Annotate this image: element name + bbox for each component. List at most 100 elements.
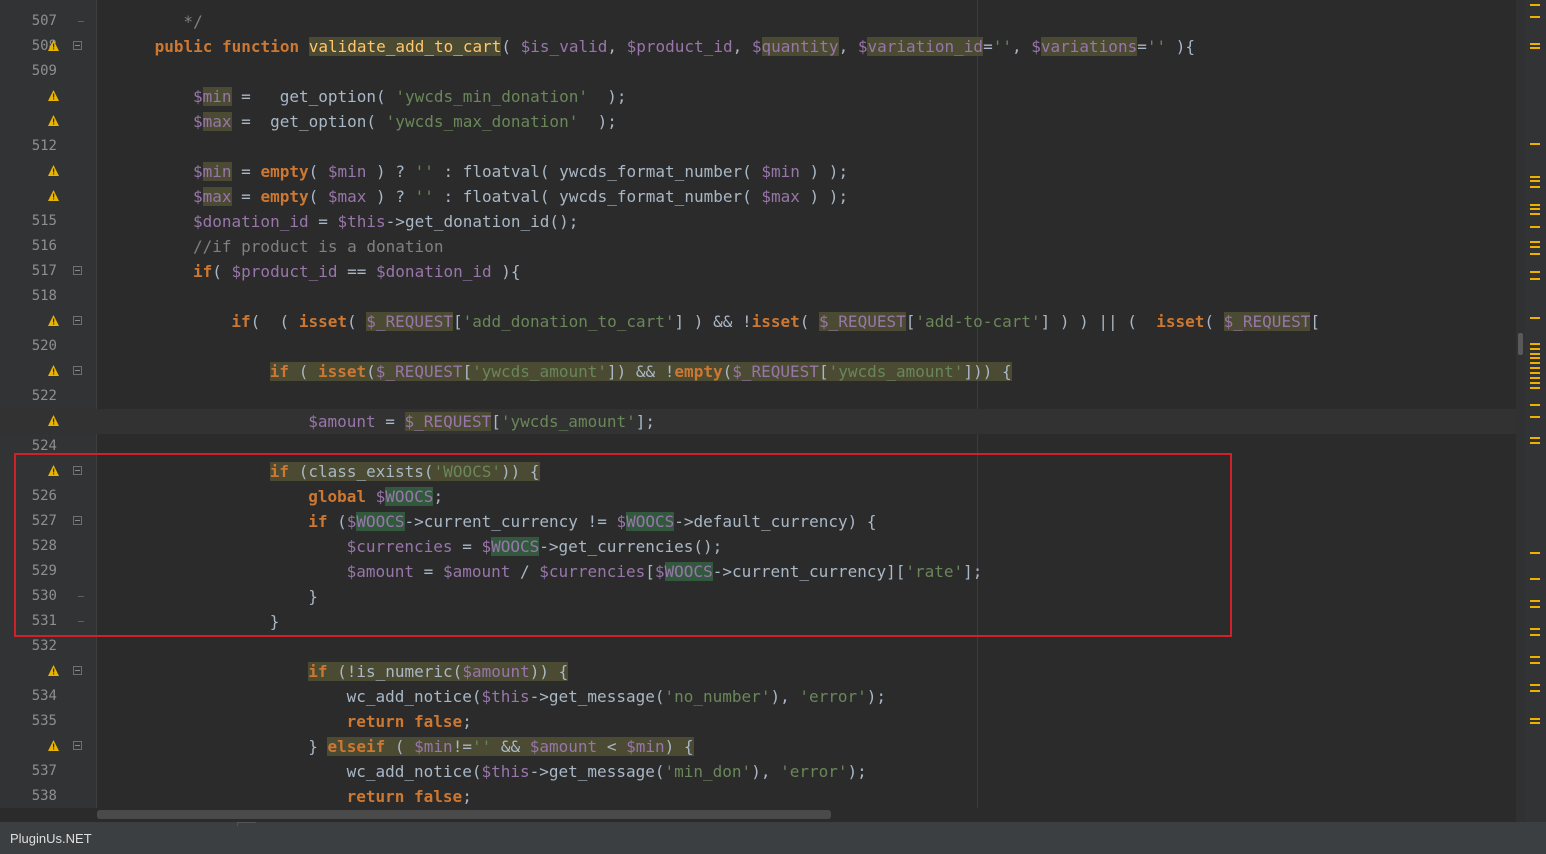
- warning-marker[interactable]: [1530, 600, 1540, 602]
- code-text[interactable]: return false;: [347, 709, 472, 734]
- code-editor[interactable]: 507 */508 public function validate_add_to…: [0, 0, 1516, 808]
- warning-marker[interactable]: [1530, 226, 1540, 228]
- code-text[interactable]: if( ( isset( $_REQUEST['add_donation_to_…: [231, 309, 1320, 334]
- code-text[interactable]: return false;: [347, 784, 472, 808]
- warning-marker[interactable]: [1530, 348, 1540, 350]
- code-line[interactable]: 508 public function validate_add_to_cart(…: [0, 34, 1516, 59]
- code-line[interactable]: 535 return false;: [0, 709, 1516, 734]
- vertical-scrollbar[interactable]: [1516, 0, 1525, 822]
- code-line[interactable]: 520: [0, 334, 1516, 359]
- code-text[interactable]: $max = empty( $max ) ? '' : floatval( yw…: [193, 184, 848, 209]
- warning-icon[interactable]: [48, 90, 59, 101]
- vertical-scroll-thumb[interactable]: [1518, 333, 1523, 355]
- warning-marker[interactable]: [1530, 606, 1540, 608]
- warning-icon[interactable]: [48, 40, 59, 51]
- warning-marker[interactable]: [1530, 253, 1540, 255]
- warning-marker[interactable]: [1530, 278, 1540, 280]
- code-line[interactable]: $amount = $_REQUEST['ywcds_amount'];: [0, 409, 1516, 434]
- code-line[interactable]: $max = empty( $max ) ? '' : floatval( yw…: [0, 184, 1516, 209]
- fold-collapse-icon[interactable]: [73, 366, 82, 375]
- code-line[interactable]: if (!is_numeric($amount)) {: [0, 659, 1516, 684]
- warning-icon[interactable]: [48, 365, 59, 376]
- warning-marker[interactable]: [1530, 416, 1540, 418]
- warning-marker[interactable]: [1530, 634, 1540, 636]
- warning-marker[interactable]: [1530, 372, 1540, 374]
- warning-marker[interactable]: [1530, 317, 1540, 319]
- code-text[interactable]: $amount = $_REQUEST['ywcds_amount'];: [308, 409, 655, 434]
- warning-marker[interactable]: [1530, 143, 1540, 145]
- code-text[interactable]: $min = empty( $min ) ? '' : floatval( yw…: [193, 159, 848, 184]
- code-line[interactable]: 532: [0, 634, 1516, 659]
- warning-marker[interactable]: [1530, 357, 1540, 359]
- fold-collapse-icon[interactable]: [73, 741, 82, 750]
- warning-marker[interactable]: [1530, 404, 1540, 406]
- warning-marker[interactable]: [1530, 213, 1540, 215]
- code-line[interactable]: 517 if( $product_id == $donation_id ){: [0, 259, 1516, 284]
- fold-collapse-icon[interactable]: [73, 316, 82, 325]
- warning-marker[interactable]: [1530, 186, 1540, 188]
- code-line[interactable]: $min = empty( $min ) ? '' : floatval( yw…: [0, 159, 1516, 184]
- code-text[interactable]: if( $product_id == $donation_id ){: [193, 259, 521, 284]
- warning-marker[interactable]: [1530, 690, 1540, 692]
- code-line[interactable]: $max = get_option( 'ywcds_max_donation' …: [0, 109, 1516, 134]
- warning-marker[interactable]: [1530, 552, 1540, 554]
- warning-marker[interactable]: [1530, 718, 1540, 720]
- warning-icon[interactable]: [48, 115, 59, 126]
- horizontal-scroll-thumb[interactable]: [97, 810, 831, 819]
- code-text[interactable]: wc_add_notice($this->get_message('min_do…: [347, 759, 867, 784]
- warning-marker[interactable]: [1530, 722, 1540, 724]
- code-line[interactable]: 507 */: [0, 9, 1516, 34]
- code-text[interactable]: $min = get_option( 'ywcds_min_donation' …: [193, 84, 627, 109]
- warning-icon[interactable]: [48, 740, 59, 751]
- warning-marker[interactable]: [1530, 4, 1540, 6]
- fold-collapse-icon[interactable]: [73, 41, 82, 50]
- warning-icon[interactable]: [48, 415, 59, 426]
- code-line[interactable]: 512: [0, 134, 1516, 159]
- warning-marker[interactable]: [1530, 367, 1540, 369]
- warning-marker[interactable]: [1530, 208, 1540, 210]
- warning-marker[interactable]: [1530, 578, 1540, 580]
- code-text[interactable]: $donation_id = $this->get_donation_id();: [193, 209, 578, 234]
- warning-marker[interactable]: [1530, 43, 1540, 45]
- code-line[interactable]: $min = get_option( 'ywcds_min_donation' …: [0, 84, 1516, 109]
- warning-marker[interactable]: [1530, 180, 1540, 182]
- warning-marker[interactable]: [1530, 387, 1540, 389]
- warning-marker[interactable]: [1530, 442, 1540, 444]
- code-line[interactable]: 522: [0, 384, 1516, 409]
- code-line[interactable]: 538 return false;: [0, 784, 1516, 808]
- code-line[interactable]: 537 wc_add_notice($this->get_message('min…: [0, 759, 1516, 784]
- code-text[interactable]: } elseif ( $min!='' && $amount < $min) {: [308, 734, 694, 759]
- code-text[interactable]: wc_add_notice($this->get_message('no_num…: [347, 684, 886, 709]
- code-line[interactable]: if( ( isset( $_REQUEST['add_donation_to_…: [0, 309, 1516, 334]
- code-line[interactable]: } elseif ( $min!='' && $amount < $min) {: [0, 734, 1516, 759]
- warning-marker[interactable]: [1530, 684, 1540, 686]
- warning-marker[interactable]: [1530, 204, 1540, 206]
- warning-marker[interactable]: [1530, 662, 1540, 664]
- warning-icon[interactable]: [48, 665, 59, 676]
- warning-marker[interactable]: [1530, 271, 1540, 273]
- warning-marker[interactable]: [1530, 382, 1540, 384]
- code-text[interactable]: if ( isset($_REQUEST['ywcds_amount']) &&…: [269, 359, 1012, 384]
- code-line[interactable]: 509: [0, 59, 1516, 84]
- code-line[interactable]: 515 $donation_id = $this->get_donation_id…: [0, 209, 1516, 234]
- code-text[interactable]: if (!is_numeric($amount)) {: [308, 659, 569, 684]
- warning-marker[interactable]: [1530, 241, 1540, 243]
- fold-collapse-icon[interactable]: [73, 266, 82, 275]
- warning-marker[interactable]: [1530, 437, 1540, 439]
- warning-marker[interactable]: [1530, 343, 1540, 345]
- warning-marker[interactable]: [1530, 246, 1540, 248]
- code-line[interactable]: 518: [0, 284, 1516, 309]
- code-line[interactable]: if ( isset($_REQUEST['ywcds_amount']) &&…: [0, 359, 1516, 384]
- warning-icon[interactable]: [48, 190, 59, 201]
- code-text[interactable]: $max = get_option( 'ywcds_max_donation' …: [193, 109, 617, 134]
- warning-marker[interactable]: [1530, 176, 1540, 178]
- code-line[interactable]: 516 //if product is a donation: [0, 234, 1516, 259]
- warning-marker[interactable]: [1530, 362, 1540, 364]
- code-text[interactable]: */: [174, 9, 202, 34]
- warning-marker[interactable]: [1530, 47, 1540, 49]
- warning-marker[interactable]: [1530, 353, 1540, 355]
- warning-marker[interactable]: [1530, 16, 1540, 18]
- warning-marker[interactable]: [1530, 656, 1540, 658]
- warning-icon[interactable]: [48, 165, 59, 176]
- warning-marker[interactable]: [1530, 377, 1540, 379]
